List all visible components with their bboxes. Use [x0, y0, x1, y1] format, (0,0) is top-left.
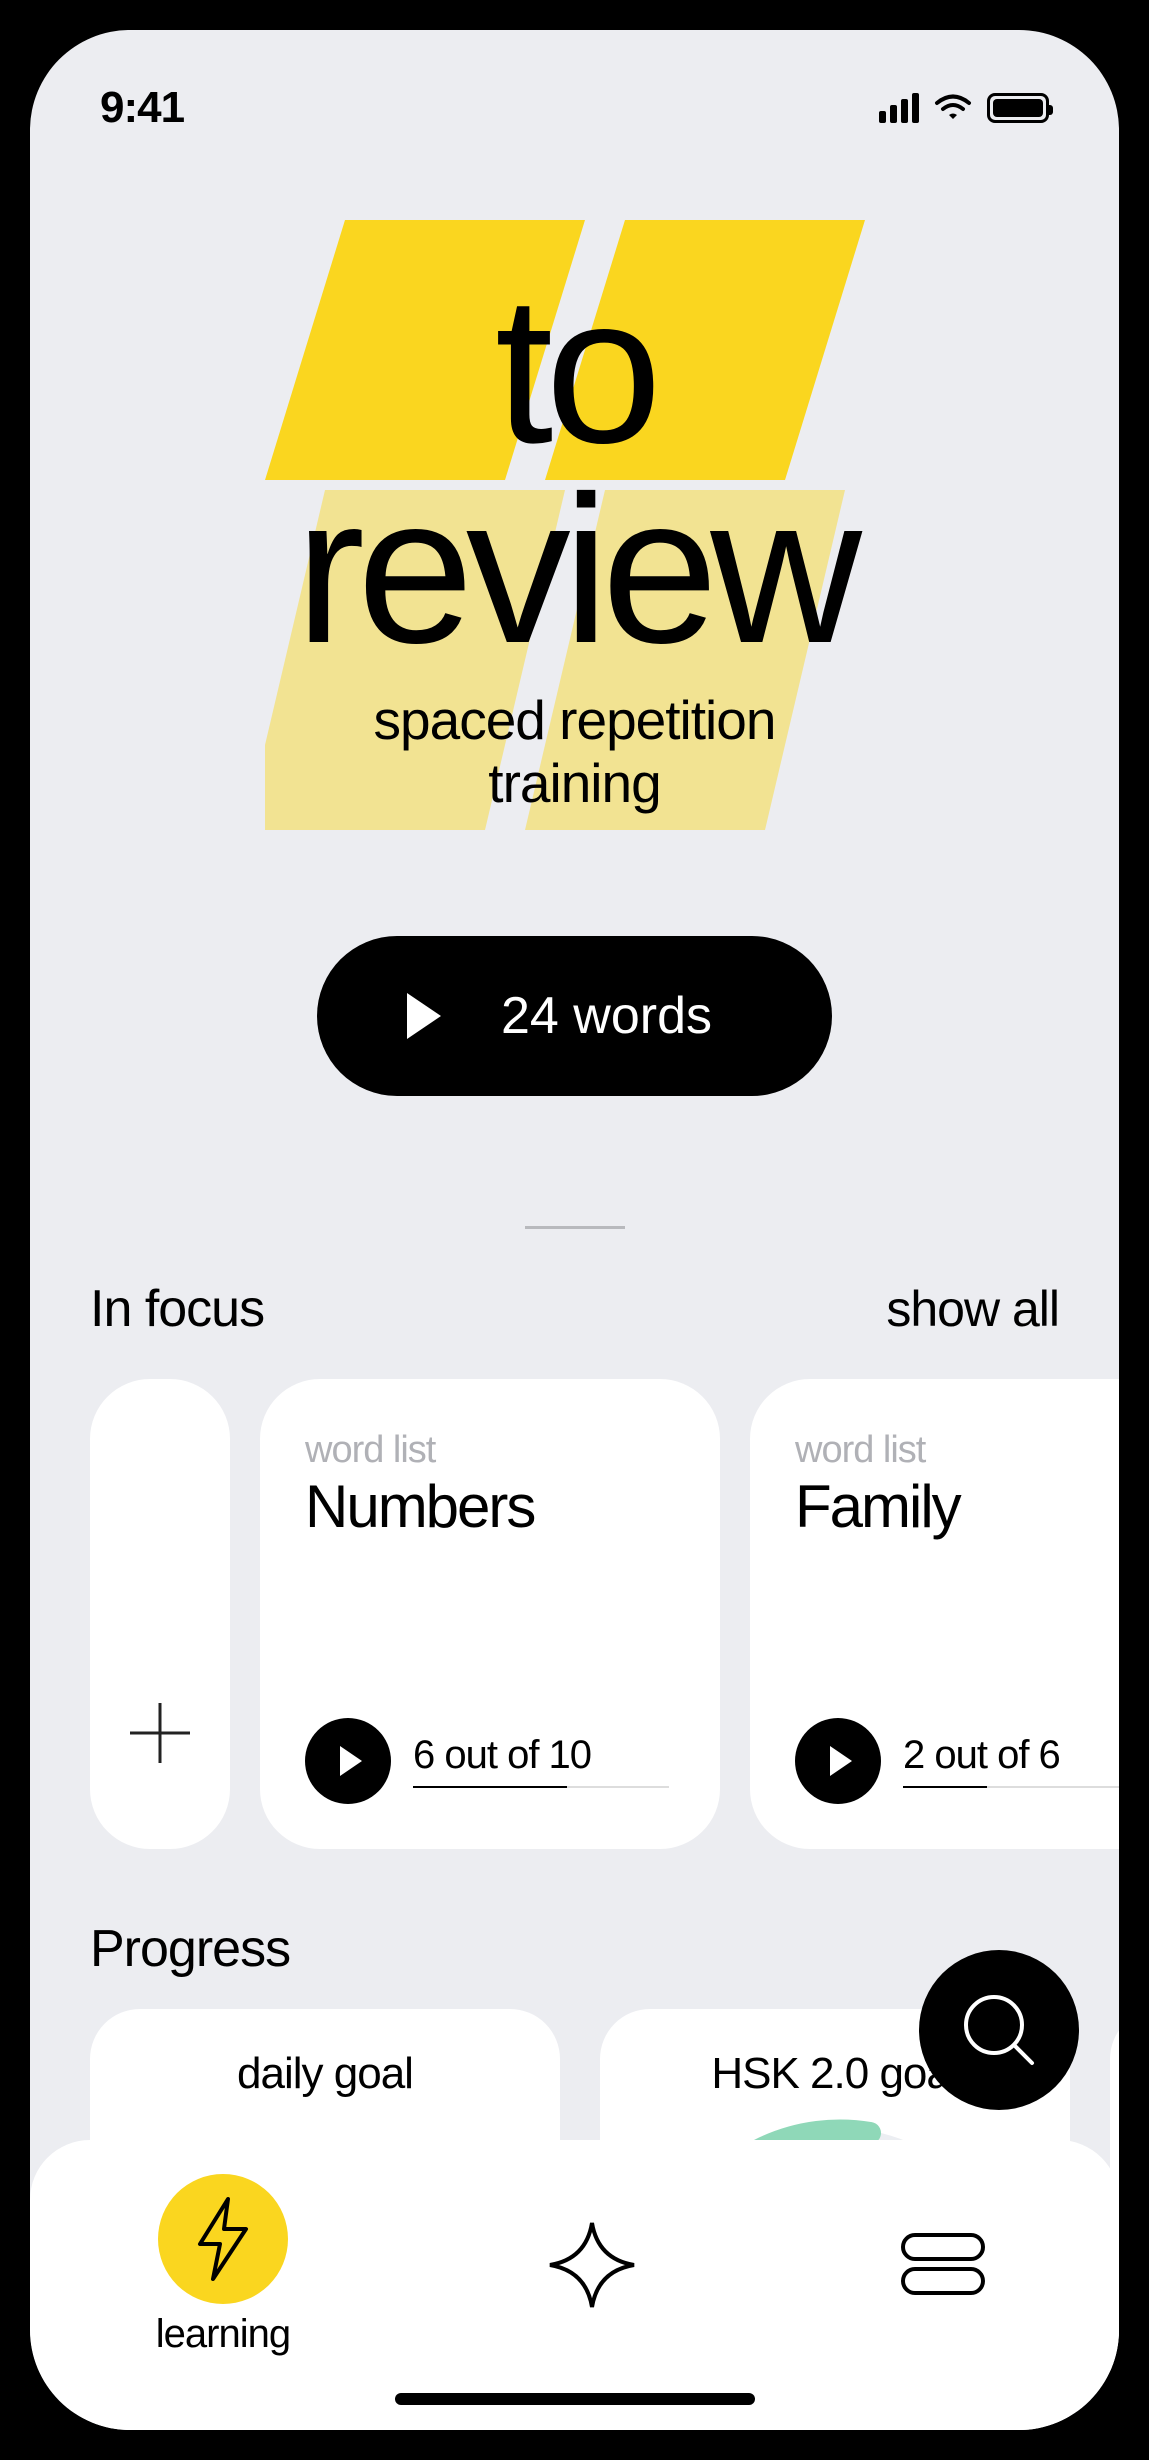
- play-icon: [830, 1746, 852, 1776]
- status-bar: 9:41: [30, 30, 1119, 150]
- card-progress: 6 out of 10: [413, 1733, 669, 1788]
- wifi-icon: [933, 93, 973, 123]
- tab-list[interactable]: [893, 2225, 993, 2305]
- status-icons: [879, 93, 1049, 123]
- tab-sparkle[interactable]: [542, 2215, 642, 2315]
- status-time: 9:41: [100, 83, 184, 133]
- hero-title: to review: [90, 270, 1059, 669]
- focus-header: In focus show all: [30, 1279, 1119, 1379]
- review-button-label: 24 words: [501, 986, 712, 1046]
- stack-icon: [893, 2225, 993, 2305]
- sparkle-icon: [542, 2215, 642, 2315]
- signal-icon: [879, 93, 919, 123]
- card-label: word list: [305, 1429, 675, 1472]
- home-indicator[interactable]: [395, 2393, 755, 2405]
- tab-bar: learning: [30, 2140, 1119, 2430]
- card-title: Family: [795, 1472, 1119, 1541]
- plus-icon: [124, 1697, 196, 1769]
- search-icon: [954, 1985, 1044, 2075]
- play-icon: [407, 993, 441, 1039]
- focus-title: In focus: [90, 1279, 264, 1339]
- play-button[interactable]: [305, 1718, 391, 1804]
- hero-title-line2: review: [295, 452, 854, 687]
- hero-subtitle: spaced repetition training: [90, 689, 1059, 816]
- tab-learning-label: learning: [156, 2312, 290, 2357]
- focus-row[interactable]: word list Numbers 6 out of 10 word list …: [30, 1379, 1119, 1849]
- tab-learning-circle: [158, 2174, 288, 2304]
- divider: [525, 1226, 625, 1229]
- card-progress: 2 out of 6: [903, 1733, 1119, 1788]
- daily-goal-label: daily goal: [120, 2049, 530, 2099]
- battery-icon: [987, 93, 1049, 123]
- focus-card-family[interactable]: word list Family 2 out of 6: [750, 1379, 1119, 1849]
- focus-card-numbers[interactable]: word list Numbers 6 out of 10: [260, 1379, 720, 1849]
- play-button[interactable]: [795, 1718, 881, 1804]
- card-label: word list: [795, 1429, 1119, 1472]
- bolt-icon: [188, 2194, 258, 2284]
- play-icon: [340, 1746, 362, 1776]
- add-focus-button[interactable]: [90, 1379, 230, 1849]
- review-button[interactable]: 24 words: [317, 936, 832, 1096]
- hero-section: to review spaced repetition training 24 …: [30, 150, 1119, 1156]
- card-title: Numbers: [305, 1472, 675, 1541]
- search-button[interactable]: [919, 1950, 1079, 2110]
- show-all-link[interactable]: show all: [886, 1280, 1059, 1338]
- tab-learning[interactable]: learning: [156, 2174, 290, 2357]
